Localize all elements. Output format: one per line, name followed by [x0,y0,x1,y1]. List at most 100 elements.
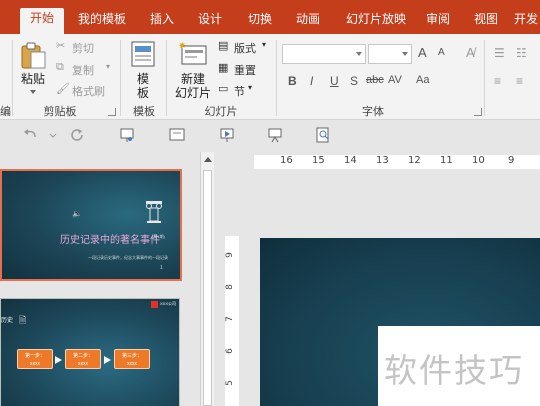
section-icon: ▭ [218,83,229,95]
separator [166,40,167,116]
ruler-tick: 15 [312,155,325,166]
clipboard-group-label: 剪贴板 [43,106,77,118]
font-family-select[interactable] [282,44,366,64]
arrow-right-icon [55,356,62,364]
ruler-tick: 11 [440,155,453,166]
present-icon[interactable] [218,126,236,144]
slide-header: 历史 [1,318,14,324]
align-left-icon[interactable]: ≡ [494,74,501,88]
template-icon [131,41,155,67]
format-painter-button[interactable]: 🖌 格式刷 [56,81,112,99]
align-center-icon[interactable]: ≡ [516,74,523,88]
tab-transitions[interactable]: 切换 [240,9,280,34]
clear-format-icon[interactable]: A̸ [466,45,475,60]
tab-slideshow[interactable]: 幻灯片放映 [338,9,414,34]
template-group-label: 模板 [133,106,155,118]
underline-button[interactable]: U [330,74,339,88]
chevron-down-icon: ▾ [106,62,111,71]
dialog-launcher-icon[interactable] [474,108,482,116]
slide-title-suffix: (第1期) [152,234,165,239]
document-icon: 🗎 [19,315,27,325]
slide-thumbnail-1[interactable]: 🔈 历史记录中的著名事件 (第1期) 一段记录历史事件，纪念大事事件的一段记录 … [0,169,182,281]
paste-label: 粘贴 [20,72,45,86]
from-start-icon[interactable] [118,126,136,144]
layout-button[interactable]: ▤ 版式 ▾ [218,38,270,56]
ruler-tick: 9 [224,252,235,258]
scissors-icon: ✂ [56,40,66,52]
brush-icon: 🖌 [56,83,70,95]
chevron-down-icon: ▾ [262,40,267,49]
layout-label: 版式 [234,43,256,55]
reset-button[interactable]: ▦ 重置 [218,60,266,78]
ruler-tick: 7 [224,316,235,322]
vertical-ruler: 9 8 7 6 5 [225,236,239,406]
section-button[interactable]: ▭ 节 ▾ [218,81,266,99]
new-slide-button[interactable]: ✷ 新建 幻灯片 [170,38,216,100]
shadow-button[interactable]: S [350,74,358,88]
tab-view[interactable]: 视图 [466,9,506,34]
layout-icon[interactable] [168,126,186,144]
thumbnail-scrollbar[interactable] [200,152,214,406]
company-logo [151,301,158,308]
italic-button[interactable]: I [310,74,313,88]
cut-button[interactable]: ✂ 剪切 [56,38,108,56]
undo-icon[interactable] [22,126,40,144]
scrollbar-thumb[interactable] [203,170,212,406]
step-sub: xxxx [30,361,40,367]
redo-icon[interactable] [68,126,86,144]
ruler-tick: 8 [224,284,235,290]
ruler-tick: 16 [280,155,293,166]
copy-button[interactable]: ⧉ 复制 ▾ [56,60,116,78]
cut-label: 剪切 [72,43,94,55]
step-box-1: 第一步： xxxx [17,349,53,369]
edit-group-label-edge: 编 [0,106,11,118]
tab-review[interactable]: 审阅 [418,9,458,34]
change-case-button[interactable]: Aa [416,74,429,86]
watermark-text: 软件技巧 [384,351,524,390]
column-icon [146,201,162,223]
char-spacing-button[interactable]: AV [388,74,402,86]
copy-label: 复制 [72,65,94,77]
tab-my-templates[interactable]: 我的模板 [72,9,132,34]
new-slide-icon: ✷ [178,41,207,65]
bullets-icon[interactable]: ☰ [494,46,505,60]
tab-home[interactable]: 开始 [20,8,64,34]
tab-developer[interactable]: 开发 [514,9,540,34]
ruler-tick: 6 [224,348,235,354]
speaker-icon: 🔈 [72,209,82,218]
undo-dropdown-icon[interactable] [44,126,62,144]
font-size-select[interactable] [368,44,412,64]
paste-button[interactable]: 粘贴 [16,38,50,100]
tab-animations[interactable]: 动画 [288,9,328,34]
section-label: 节 [234,86,245,98]
slide-thumbnail-2[interactable]: 历史 🗎 XXX公司 第一步： xxxx 第二步： xxxx 第三步： xxxx [0,298,180,406]
watermark: 软件技巧 [378,326,540,406]
tab-insert[interactable]: 插入 [142,9,182,34]
ruler-tick: 13 [376,155,389,166]
step-box-3: 第三步： xxxx [114,349,150,369]
shrink-font-button[interactable]: A [438,47,445,58]
ruler-tick: 9 [508,155,515,166]
grow-font-button[interactable]: A [418,45,427,60]
new-slide-label-1: 新建 [180,72,205,86]
reset-label: 重置 [234,65,256,77]
slide-background [2,171,180,279]
numbering-icon[interactable]: ☷ [516,46,527,60]
chevron-down-icon: ▾ [248,83,253,92]
horizontal-ruler: 16 15 14 13 12 11 10 9 [260,155,540,169]
scroll-up-icon[interactable] [204,157,212,162]
bold-button[interactable]: B [288,74,297,88]
paste-icon [21,42,46,69]
step-label: 第二步： [72,353,93,359]
template-button[interactable]: 模 板 [126,38,160,100]
strikethrough-button[interactable]: abc [366,74,384,86]
slides-group-label: 幻灯片 [204,106,238,118]
projector-icon[interactable] [266,126,284,144]
preview-icon[interactable] [314,126,332,144]
dialog-launcher-icon[interactable] [108,108,116,116]
reset-icon: ▦ [218,62,229,74]
tab-design[interactable]: 设计 [190,9,230,34]
step-box-2: 第二步： xxxx [65,349,101,369]
separator [12,40,13,116]
ribbon: 编 粘贴 ✂ 剪切 ⧉ 复制 ▾ 🖌 格式刷 剪贴板 模 板 模板 ✷ 新建 幻… [0,34,540,120]
